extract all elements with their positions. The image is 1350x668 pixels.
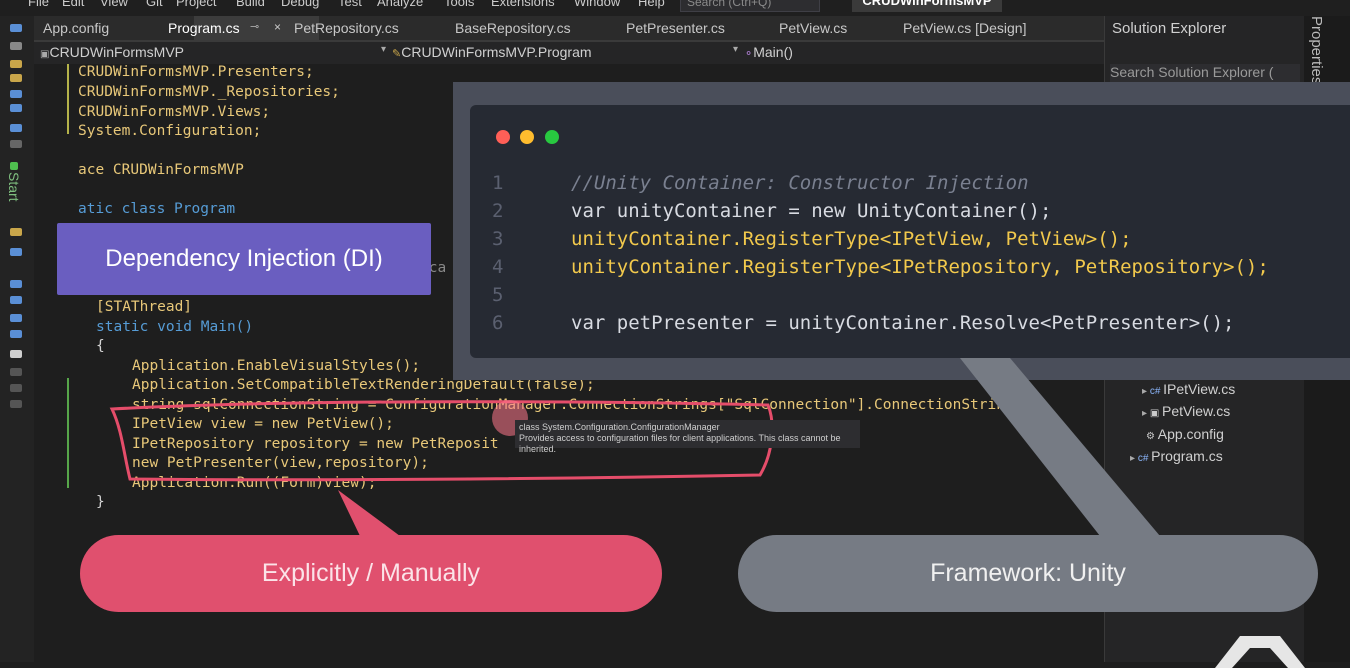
toolbar-icon[interactable] [10, 248, 22, 256]
channel-logo-icon [1215, 636, 1305, 668]
menu-debug[interactable]: Debug [281, 0, 319, 9]
toolbar-icon[interactable] [10, 24, 22, 32]
tab-app-config[interactable]: App.config [43, 20, 109, 36]
menu-extensions[interactable]: Extensions [491, 0, 555, 9]
play-icon[interactable] [10, 162, 18, 170]
menu-bar: File Edit View Git Project Build Debug T… [0, 0, 1350, 16]
toolbar-icon[interactable] [10, 330, 22, 338]
overlay-code-line: unityContainer.RegisterType<IPetReposito… [571, 256, 1269, 278]
menu-tools[interactable]: Tools [444, 0, 474, 9]
tab-program-cs[interactable]: Program.cs [168, 20, 240, 36]
undo-icon[interactable] [10, 124, 22, 132]
overlay-comment: //Unity Container: Constructor Injection [571, 172, 1029, 194]
line-number: 5 [492, 284, 504, 306]
solution-item-label: PetView.cs [1162, 403, 1231, 419]
save-all-icon[interactable] [10, 104, 22, 112]
minimize-dot-icon [520, 130, 534, 144]
navigation-bar: ▣CRUDWinFormsMVP ▾ ✎CRUDWinFormsMVP.Progr… [34, 42, 1104, 65]
method-icon: ⚬ [744, 48, 754, 60]
tab-pet-view[interactable]: PetView.cs [779, 20, 847, 36]
change-indicator [67, 378, 69, 488]
line-number: 3 [492, 228, 504, 250]
chevron-down-icon: ▾ [732, 44, 738, 55]
code-line: atic class Program [78, 201, 236, 217]
project-dropdown[interactable]: ▣CRUDWinFormsMVP ▾ [40, 44, 386, 62]
solution-item-label: IPetView.cs [1163, 381, 1236, 397]
tooltip-description: Provides access to configuration files f… [519, 433, 841, 454]
line-number: 2 [492, 200, 504, 222]
menu-edit[interactable]: Edit [62, 0, 84, 9]
code-line: static void Main() [96, 319, 254, 335]
quick-info-tooltip: class System.Configuration.Configuration… [515, 420, 860, 454]
tab-pet-repository[interactable]: PetRepository.cs [294, 20, 399, 36]
overlay-code-line: unityContainer.RegisterType<IPetView, Pe… [571, 228, 1132, 250]
toolbar-icon[interactable] [10, 368, 22, 376]
solution-explorer-title: Solution Explorer [1112, 20, 1227, 37]
code-line: { [96, 338, 105, 354]
toolbar-icon[interactable] [10, 400, 22, 408]
change-indicator [67, 64, 69, 134]
solution-name-badge: CRUDWinFormsMVP [852, 0, 1002, 12]
tooltip-title: class System.Configuration.Configuration… [519, 422, 720, 432]
code-line: } [96, 494, 105, 510]
member-dropdown[interactable]: ⚬Main() [744, 44, 1084, 62]
code-line: ace CRUDWinFormsMVP [78, 162, 244, 178]
menu-analyze[interactable]: Analyze [377, 0, 423, 9]
code-line: CRUDWinFormsMVP.Views; [78, 104, 271, 120]
toolbar-icon[interactable] [10, 280, 22, 288]
toolbar-icon[interactable] [10, 296, 22, 304]
line-number: 4 [492, 256, 504, 278]
left-toolbar [0, 16, 35, 662]
start-button[interactable]: Start [6, 172, 22, 202]
menu-build[interactable]: Build [236, 0, 265, 9]
open-icon[interactable] [10, 74, 22, 82]
menu-help[interactable]: Help [638, 0, 665, 9]
save-icon[interactable] [10, 90, 22, 98]
search-input[interactable]: Search (Ctrl+Q) [680, 0, 820, 12]
tab-pet-presenter[interactable]: PetPresenter.cs [626, 20, 725, 36]
line-number: 1 [492, 172, 504, 194]
class-dropdown-label: CRUDWinFormsMVP.Program [401, 44, 592, 60]
overlay-code-line: var petPresenter = unityContainer.Resolv… [571, 312, 1235, 334]
code-line: Application.EnableVisualStyles(); [132, 358, 421, 374]
folder-icon[interactable] [10, 60, 22, 68]
menu-window[interactable]: Window [574, 0, 620, 9]
line-number: 6 [492, 312, 504, 334]
toolbar-icon[interactable] [10, 314, 22, 322]
tab-base-repository[interactable]: BaseRepository.cs [455, 20, 571, 36]
explicit-label-pill: Explicitly / Manually [80, 535, 662, 612]
menu-view[interactable]: View [100, 0, 128, 9]
tab-bar: App.config Program.cs ⊸ × PetRepository.… [34, 16, 1104, 42]
overlay-code-line: var unityContainer = new UnityContainer(… [571, 200, 1052, 222]
callout-pointer [960, 358, 1160, 536]
close-icon[interactable]: × [274, 20, 281, 34]
chevron-down-icon: ▾ [380, 44, 386, 55]
tab-pet-view-design[interactable]: PetView.cs [Design] [903, 20, 1026, 36]
code-line: CRUDWinFormsMVP._Repositories; [78, 84, 340, 100]
code-line: System.Configuration; [78, 123, 262, 139]
menu-project[interactable]: Project [176, 0, 216, 9]
menu-file[interactable]: File [28, 0, 49, 9]
class-icon: ✎ [392, 48, 402, 60]
project-dropdown-label: CRUDWinFormsMVP [49, 44, 185, 60]
code-line: CRUDWinFormsMVP.Presenters; [78, 64, 314, 80]
menu-test[interactable]: Test [338, 0, 362, 9]
callout-pointer [338, 490, 400, 536]
solution-explorer-search[interactable]: Search Solution Explorer ( [1110, 64, 1300, 84]
maximize-dot-icon [545, 130, 559, 144]
properties-tab[interactable]: Properties [1308, 16, 1325, 84]
di-title-label: Dependency Injection (DI) [57, 223, 431, 295]
toolbar-icon[interactable] [10, 42, 22, 50]
bookmark-icon[interactable] [10, 350, 22, 358]
framework-label-pill: Framework: Unity [738, 535, 1318, 612]
close-dot-icon [496, 130, 510, 144]
class-dropdown[interactable]: ✎CRUDWinFormsMVP.Program ▾ [392, 44, 738, 62]
toolbar-icon[interactable] [10, 384, 22, 392]
redo-icon[interactable] [10, 140, 22, 148]
member-dropdown-label: Main() [753, 44, 793, 60]
pin-icon[interactable]: ⊸ [250, 20, 259, 33]
toolbar-icon[interactable] [10, 228, 22, 236]
menu-git[interactable]: Git [146, 0, 163, 9]
code-line: [STAThread] [96, 299, 193, 315]
